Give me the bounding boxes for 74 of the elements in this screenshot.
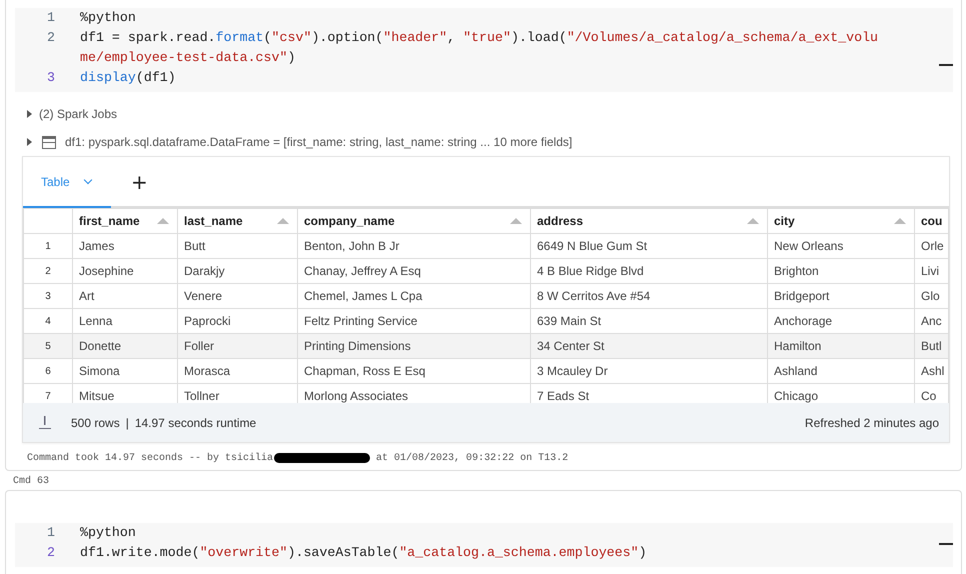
runtime-text: 14.97 seconds runtime bbox=[134, 416, 256, 430]
table-cell: Ashl bbox=[914, 358, 948, 384]
table-cell: Butt bbox=[178, 234, 298, 258]
table-cell: Josephine bbox=[72, 258, 178, 284]
triangle-icon[interactable] bbox=[27, 110, 32, 118]
row-number: 1 bbox=[24, 234, 72, 258]
table-cell: 8 W Cerritos Ave #54 bbox=[530, 284, 768, 308]
command-info: Command took 14.97 seconds -- by tsicilia bbox=[27, 452, 274, 464]
table-cell: New Orleans bbox=[768, 234, 914, 258]
table-cell: Art bbox=[72, 284, 178, 308]
sort-icon[interactable] bbox=[747, 218, 759, 224]
code-line: %python bbox=[80, 9, 137, 27]
refresh-status: Refreshed 2 minutes ago bbox=[804, 416, 939, 430]
table-cell: Benton, John B Jr bbox=[298, 234, 530, 258]
table-cell: Venere bbox=[178, 284, 298, 308]
separator: | bbox=[126, 416, 129, 430]
row-number: 3 bbox=[24, 284, 72, 308]
code-editor[interactable]: 1 %python 2 df1.write.mode("overwrite").saveAsTable("a_catalog.a_schema.employees") bbox=[15, 523, 953, 567]
table-cell: 3 Mcauley Dr bbox=[530, 358, 768, 384]
table-cell: Donette bbox=[72, 334, 178, 358]
row-number: 5 bbox=[24, 334, 72, 358]
table-cell: Hamilton bbox=[768, 334, 914, 358]
code-line: display(df1) bbox=[80, 69, 177, 87]
table-cell: 6649 N Blue Gum St bbox=[530, 234, 768, 258]
table-cell: Glo bbox=[914, 284, 948, 308]
line-number: 3 bbox=[46, 69, 56, 87]
row-number: 6 bbox=[24, 358, 72, 384]
column-header[interactable]: address bbox=[530, 208, 768, 234]
scroll-marker bbox=[939, 543, 953, 545]
table-cell: Butl bbox=[914, 334, 948, 358]
table-cell: Printing Dimensions bbox=[298, 334, 530, 358]
view-tab[interactable]: Table bbox=[23, 157, 111, 208]
code-line: %python bbox=[80, 524, 137, 542]
cell-label: Cmd 63 bbox=[13, 476, 50, 487]
code-editor[interactable]: 1 %python 2 df1 = spark.read.format("csv").option("header", "true").load("/Volumes/a_catalog/a_schema/a_ext_volume/employee-test-data.csv") 3 display(df1) bbox=[15, 8, 953, 92]
column-header[interactable]: last_name bbox=[178, 208, 298, 234]
add-button[interactable]: + bbox=[123, 166, 156, 196]
row-count: 500 rows bbox=[71, 416, 120, 430]
line-number: 2 bbox=[46, 29, 56, 47]
row-number: 2 bbox=[24, 258, 72, 284]
code-line: df1 = spark.read.format("csv").option("header", "true").load("/Volumes/a_catalog/a_schema/a_ext_volume/employee-test-data.csv") bbox=[80, 29, 880, 67]
line-number: 1 bbox=[46, 524, 56, 542]
table-cell: Bridgeport bbox=[768, 284, 914, 308]
code-line: df1.write.mode("overwrite").saveAsTable("a_catalog.a_schema.employees") bbox=[80, 544, 648, 562]
line-number: 1 bbox=[46, 9, 56, 27]
table-cell: Chanay, Jeffrey A Esq bbox=[298, 258, 530, 284]
table-cell: Simona bbox=[72, 358, 178, 384]
column-header[interactable]: cou bbox=[914, 208, 948, 234]
table-cell: Chapman, Ross E Esq bbox=[298, 358, 530, 384]
sort-icon[interactable] bbox=[510, 218, 522, 224]
table-cell: Brighton bbox=[768, 258, 914, 284]
table-cell: Ashland bbox=[768, 358, 914, 384]
table-cell: Foller bbox=[178, 334, 298, 358]
table-cell: Morasca bbox=[178, 358, 298, 384]
line-number: 2 bbox=[46, 544, 56, 562]
triangle-icon[interactable] bbox=[27, 138, 32, 146]
expander-label[interactable]: (2) Spark Jobs bbox=[39, 107, 118, 121]
table-cell: 4 B Blue Ridge Blvd bbox=[530, 258, 768, 284]
expander-label[interactable]: df1: pyspark.sql.dataframe.DataFrame = [first_name: string, last_name: string ... 10 more fields] bbox=[65, 135, 572, 149]
column-header[interactable]: city bbox=[768, 208, 914, 234]
table-cell: Chemel, James L Cpa bbox=[298, 284, 530, 308]
column-header[interactable]: company_name bbox=[298, 208, 530, 234]
table-icon bbox=[42, 136, 56, 148]
sort-icon[interactable] bbox=[157, 218, 169, 224]
table-cell: Darakjy bbox=[178, 258, 298, 284]
table-cell: Orle bbox=[914, 234, 948, 258]
scroll-marker bbox=[939, 64, 953, 66]
sort-icon[interactable] bbox=[277, 218, 289, 224]
table-cell: Livi bbox=[914, 258, 948, 284]
table-cell: James bbox=[72, 234, 178, 258]
table-cell: 34 Center St bbox=[530, 334, 768, 358]
command-info: at 01/08/2023, 09:32:22 on T13.2 bbox=[376, 452, 568, 464]
column-header[interactable]: first_name bbox=[72, 208, 178, 234]
sort-icon[interactable] bbox=[894, 218, 906, 224]
